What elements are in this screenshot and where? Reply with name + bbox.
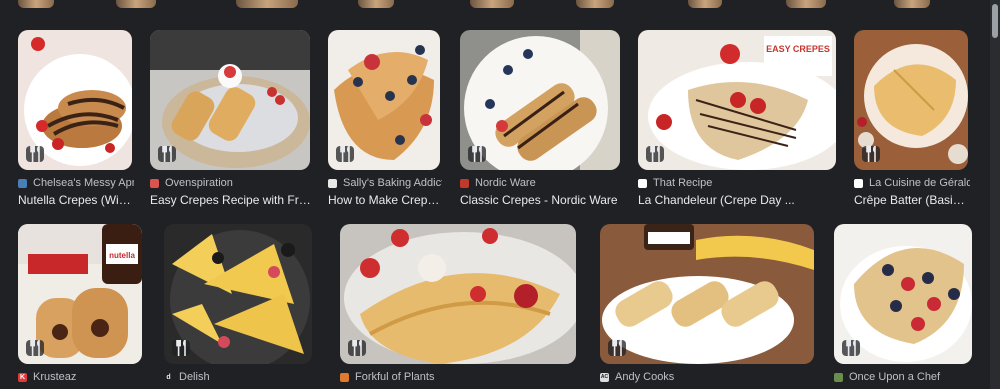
image-result[interactable]: nutella K Krusteaz <box>18 224 144 389</box>
image-result[interactable]: Sally's Baking Addicti... How to Make Cr… <box>328 30 442 210</box>
result-title[interactable]: La Chandeleur (Crepe Day ... <box>638 192 838 208</box>
source-name: Chelsea's Messy Apron <box>33 177 134 189</box>
result-title[interactable]: Classic Crepes - Nordic Ware <box>460 192 622 208</box>
thumbnail[interactable] <box>688 0 722 8</box>
source-name: Andy Cooks <box>615 371 675 383</box>
source-label[interactable]: K Krusteaz <box>18 370 144 384</box>
thumbnail[interactable] <box>116 0 156 8</box>
result-title[interactable]: How to Make Crepes... <box>328 192 442 208</box>
site-favicon: AC <box>600 372 609 382</box>
fork-knife-icon <box>646 146 664 162</box>
thumbnail[interactable] <box>894 0 930 8</box>
fork-knife-icon <box>26 340 44 356</box>
image-result[interactable]: Once Upon a Chef <box>834 224 974 389</box>
source-name: Forkful of Plants <box>355 371 435 383</box>
site-favicon <box>340 372 349 382</box>
source-name: Krusteaz <box>33 371 77 383</box>
image-result[interactable]: Forkful of Plants <box>340 224 578 389</box>
image-result[interactable]: La Cuisine de Géraldi... Crêpe Batter (B… <box>854 30 970 210</box>
fork-knife-icon <box>172 340 190 356</box>
image-result[interactable]: AC Andy Cooks <box>600 224 816 389</box>
fork-knife-icon <box>468 146 486 162</box>
site-favicon: K <box>18 372 27 382</box>
result-image[interactable]: nutella <box>18 224 142 364</box>
thumbnail[interactable] <box>576 0 614 8</box>
image-result[interactable]: EASY CREPES That Recipe La Chandeleur (C… <box>638 30 838 210</box>
source-name: Sally's Baking Addicti... <box>343 177 442 189</box>
fork-knife-icon <box>862 146 880 162</box>
result-image[interactable] <box>340 224 576 364</box>
result-image[interactable]: EASY CREPES <box>638 30 836 170</box>
fork-knife-icon <box>336 146 354 162</box>
thumbnail[interactable] <box>236 0 298 8</box>
image-result[interactable]: Chelsea's Messy Apron Nutella Crepes (Wi… <box>18 30 134 210</box>
source-label[interactable]: Once Upon a Chef <box>834 370 974 384</box>
source-name: That Recipe <box>653 177 713 189</box>
site-favicon <box>854 178 863 188</box>
fork-knife-icon <box>158 146 176 162</box>
result-image[interactable] <box>460 30 620 170</box>
source-name: Delish <box>179 371 210 383</box>
site-favicon <box>150 178 159 188</box>
result-image[interactable] <box>834 224 972 364</box>
result-title[interactable]: Easy Crepes Recipe with Frui... <box>150 192 312 208</box>
source-label[interactable]: Chelsea's Messy Apron <box>18 176 134 190</box>
site-favicon: d <box>164 372 173 382</box>
result-image[interactable] <box>18 30 132 170</box>
site-favicon <box>638 178 647 188</box>
source-label[interactable]: Sally's Baking Addicti... <box>328 176 442 190</box>
result-image[interactable] <box>328 30 440 170</box>
scrollbar-thumb[interactable] <box>992 4 998 38</box>
result-title[interactable]: Crêpe Batter (Basic ... <box>854 192 970 208</box>
svg-text:EASY CREPES: EASY CREPES <box>766 44 830 54</box>
svg-text:nutella: nutella <box>109 251 135 260</box>
result-image[interactable] <box>150 30 310 170</box>
fork-knife-icon <box>348 340 366 356</box>
thumbnail[interactable] <box>786 0 826 8</box>
scrollbar[interactable] <box>990 0 1000 389</box>
source-label[interactable]: AC Andy Cooks <box>600 370 816 384</box>
image-result[interactable]: d Delish <box>164 224 314 389</box>
source-label[interactable]: Nordic Ware <box>460 176 622 190</box>
source-label[interactable]: Forkful of Plants <box>340 370 578 384</box>
site-favicon <box>460 178 469 188</box>
thumbnail[interactable] <box>358 0 394 8</box>
source-name: Nordic Ware <box>475 177 536 189</box>
fork-knife-icon <box>842 340 860 356</box>
site-favicon <box>834 372 843 382</box>
source-name: La Cuisine de Géraldi... <box>869 177 970 189</box>
source-label[interactable]: d Delish <box>164 370 314 384</box>
thumbnail[interactable] <box>18 0 54 8</box>
image-result[interactable]: Ovenspiration Easy Crepes Recipe with Fr… <box>150 30 312 210</box>
result-image[interactable] <box>600 224 814 364</box>
fork-knife-icon <box>608 340 626 356</box>
result-image[interactable] <box>164 224 312 364</box>
site-favicon <box>18 178 27 188</box>
source-label[interactable]: That Recipe <box>638 176 838 190</box>
fork-knife-icon <box>26 146 44 162</box>
thumbnail[interactable] <box>470 0 514 8</box>
image-result[interactable]: Nordic Ware Classic Crepes - Nordic Ware <box>460 30 622 210</box>
result-title[interactable]: Nutella Crepes (With... <box>18 192 134 208</box>
source-name: Ovenspiration <box>165 177 233 189</box>
source-label[interactable]: La Cuisine de Géraldi... <box>854 176 970 190</box>
result-image[interactable] <box>854 30 968 170</box>
source-name: Once Upon a Chef <box>849 371 941 383</box>
previous-row-thumbnails <box>0 0 990 10</box>
site-favicon <box>328 178 337 188</box>
source-label[interactable]: Ovenspiration <box>150 176 312 190</box>
